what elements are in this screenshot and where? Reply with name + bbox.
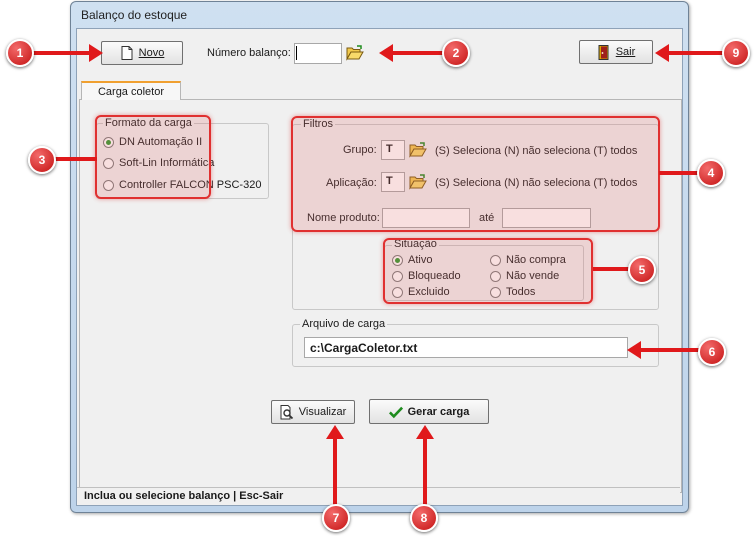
callout-badge-5: 5 [628,256,656,284]
arquivo-legend: Arquivo de carga [300,318,388,330]
callout-2-arrow [392,51,447,55]
callout-badge-2: 2 [442,39,470,67]
novo-button-label: Novo [138,47,165,59]
exit-door-icon [597,44,611,60]
gerar-carga-button-label: Gerar carga [407,405,470,418]
new-document-icon [120,46,134,60]
callout-3-line [52,157,97,161]
numero-balanco-input[interactable] [294,43,342,64]
highlight-situacao [383,238,593,304]
callout-badge-8: 8 [410,504,438,532]
callout-badge-3: 3 [28,146,56,174]
sair-button-label: Sair [615,46,636,58]
text-cursor [296,46,297,60]
highlight-filtros [291,116,660,232]
callout-7-arrowhead [326,425,344,439]
open-folder-icon[interactable] [346,45,364,64]
callout-2-arrowhead [379,44,393,62]
callout-badge-4: 4 [697,159,725,187]
callout-8-arrowhead [416,425,434,439]
status-bar: Inclua ou selecione balanço | Esc-Sair [77,487,680,503]
callout-badge-9: 9 [722,39,750,67]
callout-badge-6: 6 [698,338,726,366]
callout-1-arrow [30,51,92,55]
callout-9-arrow [668,51,723,55]
callout-badge-7: 7 [322,504,350,532]
callout-1-arrowhead [89,44,103,62]
callout-badge-1: 1 [6,39,34,67]
preview-magnifier-icon [280,404,294,419]
tab-carga-coletor[interactable]: Carga coletor [81,81,181,100]
highlight-formato [95,115,211,199]
window-title: Balanço do estoque [81,8,188,22]
green-check-icon [388,405,403,419]
tab-carga-coletor-label: Carga coletor [97,85,165,98]
novo-button[interactable]: Novo [101,41,183,65]
sair-button[interactable]: Sair [579,40,653,64]
callout-6-arrowhead [627,341,641,359]
gerar-carga-button[interactable]: Gerar carga [369,399,489,424]
callout-9-arrowhead [655,44,669,62]
numero-balanco-label: Número balanço: [207,47,291,59]
visualizar-button-label: Visualizar [298,406,347,418]
arquivo-input[interactable]: c:\CargaColetor.txt [304,337,628,358]
visualizar-button[interactable]: Visualizar [271,400,355,424]
